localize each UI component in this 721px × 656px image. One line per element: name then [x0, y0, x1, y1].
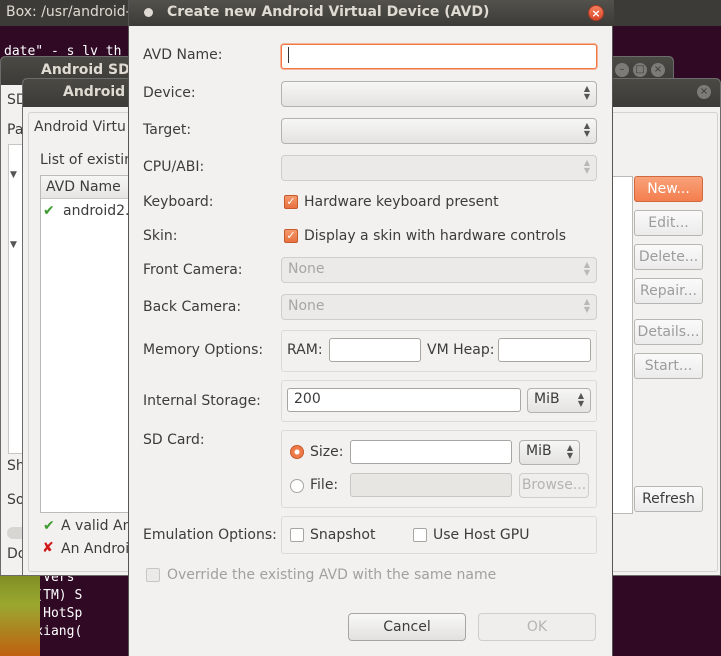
start-avd-button[interactable]: Start... — [634, 353, 703, 379]
check-icon: ✔ — [43, 518, 55, 534]
use-host-gpu-checkbox[interactable] — [413, 528, 427, 542]
internal-storage-unit-select[interactable]: MiB ▲ ▼ — [527, 388, 591, 413]
snapshot-checkbox[interactable] — [290, 528, 304, 542]
repair-avd-button[interactable]: Repair... — [634, 278, 703, 304]
avd-manager-header: Android Virtu — [34, 119, 126, 135]
tree-expander-icon[interactable]: ▼ — [10, 240, 17, 250]
display-skin-checkbox[interactable]: ✓ — [284, 229, 298, 243]
override-avd-label: Override the existing AVD with the same … — [167, 567, 497, 583]
spinner-arrows-icon: ▲ ▼ — [566, 443, 573, 460]
sdk-manager-title: Android SDK — [41, 62, 141, 78]
front-camera-select[interactable]: None ▲ ▼ — [281, 257, 597, 283]
vm-heap-input[interactable] — [498, 338, 591, 362]
create-avd-dialog: Create new Android Virtual Device (AVD) … — [128, 0, 614, 656]
avd-list-caption: List of existin — [40, 152, 133, 168]
sd-size-input[interactable] — [350, 440, 512, 464]
dialog-title-bar: Create new Android Virtual Device (AVD) … — [129, 0, 614, 26]
sd-size-unit-select[interactable]: MiB ▲ ▼ — [519, 440, 580, 465]
sd-file-label[interactable]: File: — [310, 477, 338, 493]
cpu-abi-label: CPU/ABI: — [143, 159, 205, 175]
close-icon[interactable]: × — [697, 85, 711, 99]
avd-row-name: android2. — [63, 203, 130, 219]
spinner-arrows-icon: ▲ ▼ — [583, 84, 590, 101]
desktop-wallpaper — [0, 570, 40, 656]
skin-label: Skin: — [143, 228, 178, 244]
sdk-fragment: Pa — [7, 122, 24, 138]
x-icon: ✘ — [42, 540, 54, 556]
vm-heap-label: VM Heap: — [427, 342, 495, 358]
sd-file-input[interactable] — [350, 473, 512, 497]
device-label: Device: — [143, 85, 196, 101]
sd-file-radio[interactable] — [290, 479, 304, 493]
use-host-gpu-label[interactable]: Use Host GPU — [433, 527, 529, 543]
dialog-title: Create new Android Virtual Device (AVD) — [167, 4, 490, 20]
spinner-arrows-icon: ▲ ▼ — [583, 121, 590, 138]
refresh-button[interactable]: Refresh — [634, 486, 703, 512]
spinner-arrows-icon: ▲ ▼ — [583, 260, 590, 277]
hardware-keyboard-label[interactable]: Hardware keyboard present — [304, 194, 499, 210]
display-skin-label[interactable]: Display a skin with hardware controls — [304, 228, 566, 244]
avd-name-column-header[interactable]: AVD Name — [46, 179, 121, 195]
cpu-abi-select[interactable]: ▲ ▼ — [281, 155, 597, 181]
sd-size-label[interactable]: Size: — [310, 444, 343, 460]
cancel-button[interactable]: Cancel — [348, 613, 466, 641]
ram-input[interactable] — [329, 338, 421, 362]
check-icon: ✔ — [43, 203, 55, 219]
minimize-icon[interactable]: – — [615, 63, 629, 77]
front-camera-label: Front Camera: — [143, 262, 243, 278]
internal-storage-label: Internal Storage: — [143, 393, 261, 409]
snapshot-label[interactable]: Snapshot — [310, 527, 375, 543]
tree-expander-icon[interactable]: ▼ — [10, 170, 17, 180]
target-select[interactable]: ▲ ▼ — [281, 118, 597, 144]
details-avd-button[interactable]: Details... — [634, 319, 703, 345]
avd-name-label: AVD Name: — [143, 47, 223, 63]
delete-avd-button[interactable]: Delete... — [634, 244, 703, 270]
memory-options-label: Memory Options: — [143, 342, 264, 358]
spinner-arrows-icon: ▲ ▼ — [583, 297, 590, 314]
ok-button[interactable]: OK — [478, 613, 596, 641]
legend-invalid: An Androi — [61, 541, 130, 557]
back-camera-select[interactable]: None ▲ ▼ — [281, 294, 597, 320]
hardware-keyboard-checkbox[interactable]: ✓ — [284, 195, 298, 209]
sd-card-label: SD Card: — [143, 432, 205, 448]
back-camera-label: Back Camera: — [143, 299, 242, 315]
edit-avd-button[interactable]: Edit... — [634, 210, 703, 236]
maximize-icon[interactable]: □ — [633, 63, 647, 77]
emulation-options-label: Emulation Options: — [143, 527, 277, 543]
ram-label: RAM: — [287, 342, 323, 358]
spinner-arrows-icon: ▲ ▼ — [577, 391, 584, 408]
keyboard-label: Keyboard: — [143, 194, 214, 210]
close-icon[interactable]: × — [588, 5, 604, 21]
window-menu-icon[interactable] — [144, 8, 153, 17]
legend-valid: A valid An — [61, 518, 132, 534]
override-avd-checkbox[interactable] — [146, 568, 160, 582]
avd-list-table[interactable] — [40, 175, 130, 513]
spinner-arrows-icon: ▲ ▼ — [583, 158, 590, 175]
avd-list-table-edge — [613, 176, 633, 514]
sd-size-radio[interactable] — [290, 445, 304, 459]
close-icon[interactable]: × — [651, 63, 665, 77]
avd-name-input[interactable] — [281, 44, 597, 69]
browse-button[interactable]: Browse... — [519, 473, 589, 498]
internal-storage-input[interactable]: 200 — [287, 388, 521, 412]
target-label: Target: — [143, 122, 192, 138]
terminal-title: Box: /usr/android-s — [6, 4, 139, 20]
new-avd-button[interactable]: New... — [634, 176, 703, 202]
device-select[interactable]: ▲ ▼ — [281, 81, 597, 107]
